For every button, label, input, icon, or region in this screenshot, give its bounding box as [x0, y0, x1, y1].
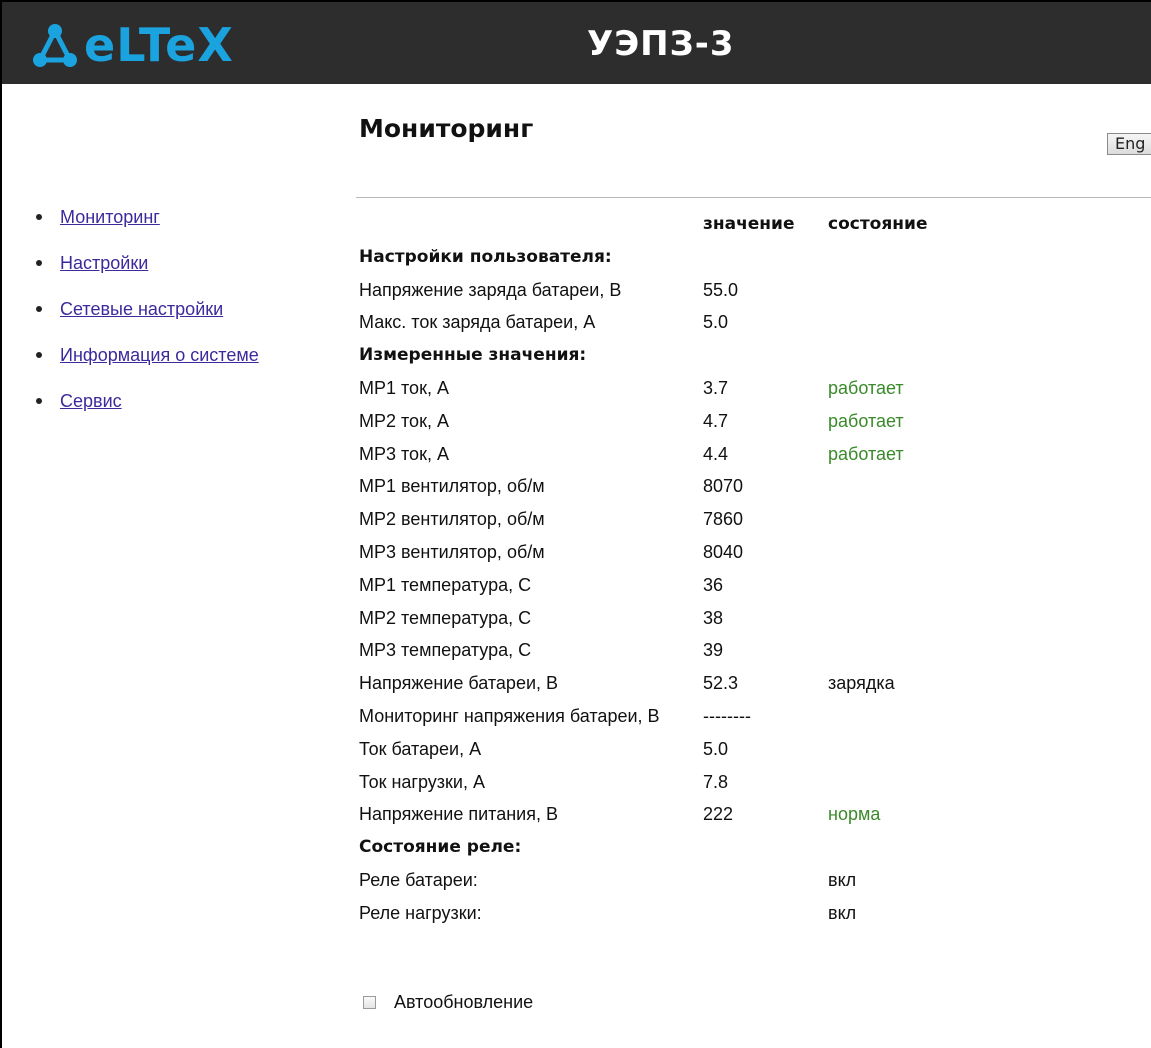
row-label: МР2 ток, А: [359, 410, 449, 431]
row-label: МР2 вентилятор, об/м: [359, 509, 545, 530]
eltex-logo-icon: [33, 24, 77, 67]
monitoring-table: значение состояние Настройки пользовател…: [359, 208, 1139, 930]
table-row: МР1 температура, С 36: [359, 569, 1139, 602]
logo-text: eLTeX: [84, 18, 234, 72]
section-title: Состояние реле:: [359, 837, 522, 858]
row-label: Напряжение батареи, В: [359, 673, 559, 694]
sidebar-link[interactable]: Настройки: [60, 250, 148, 276]
section-header: Состояние реле:: [359, 831, 1139, 864]
row-label: Напряжение питания, В: [359, 804, 558, 825]
sidebar-nav: Мониторинг Настройки Сетевые настройки Инфо…: [36, 204, 259, 434]
row-label: МР1 вентилятор, об/м: [359, 476, 545, 497]
row-value: 3.7: [703, 377, 729, 398]
row-label: Реле нагрузки:: [359, 902, 482, 923]
table-row: Напряжение питания, В 222 норма: [359, 798, 1139, 831]
sidebar-item: Мониторинг: [36, 204, 259, 250]
row-value: 52.3: [703, 673, 739, 694]
row-label: МР2 температура, С: [359, 607, 532, 628]
row-label: МР1 температура, С: [359, 574, 532, 595]
sidebar-item: Настройки: [36, 250, 259, 296]
bullet-icon: [36, 352, 42, 358]
sidebar-link[interactable]: Сервис: [60, 388, 122, 414]
table-row: Напряжение батареи, В 52.3 зарядка: [359, 667, 1139, 700]
row-label: Макс. ток заряда батареи, А: [359, 312, 596, 333]
row-state: вкл: [828, 902, 857, 923]
row-value: 8040: [703, 541, 744, 562]
table-header: значение состояние: [359, 208, 1139, 241]
table-row: Реле нагрузки: вкл: [359, 897, 1139, 930]
row-state: работает: [828, 410, 904, 431]
sidebar-item: Информация о системе: [36, 342, 259, 388]
row-value: 7.8: [703, 771, 729, 792]
row-value: 222: [703, 804, 734, 825]
table-row: МР3 вентилятор, об/м 8040: [359, 536, 1139, 569]
section-header: Измеренные значения:: [359, 339, 1139, 372]
table-row: Реле батареи: вкл: [359, 864, 1139, 897]
row-state: вкл: [828, 869, 857, 890]
row-value: 55.0: [703, 279, 739, 300]
row-label: Реле батареи:: [359, 869, 478, 890]
row-value: 7860: [703, 509, 744, 530]
page-title: Мониторинг: [359, 114, 534, 143]
divider: [356, 197, 1151, 198]
table-row: МР1 вентилятор, об/м 8070: [359, 470, 1139, 503]
row-label: МР3 температура, С: [359, 640, 532, 661]
table-row: МР3 температура, С 39: [359, 634, 1139, 667]
bullet-icon: [36, 306, 42, 312]
table-row: МР2 ток, А 4.7 работает: [359, 405, 1139, 438]
row-state: зарядка: [828, 673, 895, 694]
col-value-header: значение: [703, 214, 795, 234]
row-value: 5.0: [703, 312, 729, 333]
table-row: Ток батареи, А 5.0: [359, 733, 1139, 766]
table-row: Мониторинг напряжения батареи, В --------: [359, 700, 1139, 733]
sidebar-link[interactable]: Информация о системе: [60, 342, 259, 368]
row-label: Ток батареи, А: [359, 738, 482, 759]
row-value: 4.4: [703, 443, 729, 464]
row-state: работает: [828, 377, 904, 398]
eltex-logo: eLTeX: [32, 20, 234, 70]
sidebar-link[interactable]: Мониторинг: [60, 204, 160, 230]
section-header: Настройки пользователя:: [359, 241, 1139, 274]
sidebar-item: Сервис: [36, 388, 259, 434]
row-label: Напряжение заряда батареи, В: [359, 279, 622, 300]
sidebar-link[interactable]: Сетевые настройки: [60, 296, 223, 322]
sidebar-item: Сетевые настройки: [36, 296, 259, 342]
row-value: 36: [703, 574, 724, 595]
table-row: МР1 ток, А 3.7 работает: [359, 372, 1139, 405]
autoupdate-checkbox[interactable]: [363, 996, 376, 1009]
autoupdate-label: Автообновление: [394, 992, 534, 1012]
row-value: 39: [703, 640, 724, 661]
bullet-icon: [36, 260, 42, 266]
table-row: Макс. ток заряда батареи, А 5.0: [359, 306, 1139, 339]
row-state: норма: [828, 804, 881, 825]
table-row: Ток нагрузки, А 7.8: [359, 766, 1139, 799]
bullet-icon: [36, 398, 42, 404]
table-row: МР3 ток, А 4.4 работает: [359, 438, 1139, 471]
row-value: 4.7: [703, 410, 729, 431]
section-title: Измеренные значения:: [359, 345, 587, 366]
col-state-header: состояние: [828, 214, 928, 234]
autoupdate-control[interactable]: Автообновление: [363, 992, 533, 1013]
table-row: МР2 температура, С 38: [359, 602, 1139, 635]
section-title: Настройки пользователя:: [359, 246, 612, 267]
row-label: МР3 ток, А: [359, 443, 449, 464]
row-label: Ток нагрузки, А: [359, 771, 485, 792]
row-value: 5.0: [703, 738, 729, 759]
row-value: --------: [703, 705, 751, 726]
row-label: МР3 вентилятор, об/м: [359, 541, 545, 562]
language-button[interactable]: Eng: [1107, 133, 1151, 155]
row-value: 8070: [703, 476, 744, 497]
table-row: МР2 вентилятор, об/м 7860: [359, 503, 1139, 536]
header-bar: eLTeX УЭПЗ-3: [2, 2, 1151, 84]
row-state: работает: [828, 443, 904, 464]
row-label: Мониторинг напряжения батареи, В: [359, 705, 660, 726]
row-value: 38: [703, 607, 724, 628]
product-title: УЭПЗ-3: [587, 24, 735, 64]
table-row: Напряжение заряда батареи, В 55.0: [359, 274, 1139, 307]
bullet-icon: [36, 214, 42, 220]
row-label: МР1 ток, А: [359, 377, 449, 398]
